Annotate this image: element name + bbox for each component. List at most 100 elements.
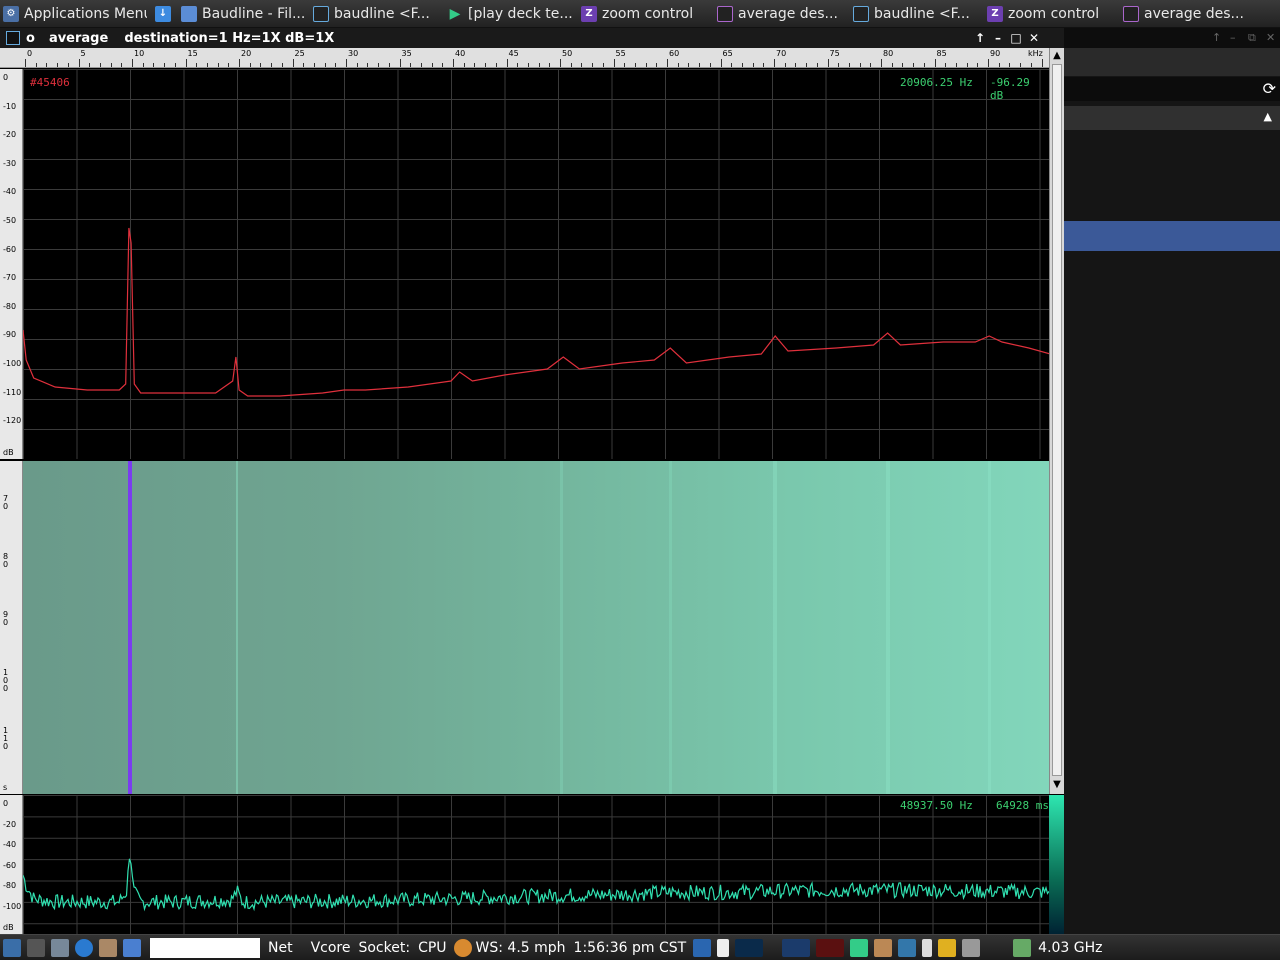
task-label: [play deck te...	[468, 5, 573, 22]
cpu-frequency: 4.03 GHz	[1038, 939, 1103, 956]
ruler-tick	[827, 59, 829, 67]
ruler-tick	[57, 63, 59, 67]
star-icon[interactable]	[938, 938, 957, 957]
spectrum-plot[interactable]	[23, 69, 1049, 459]
ruler-tick	[313, 63, 315, 67]
terminal-icon[interactable]	[27, 938, 45, 957]
scroll-down-icon[interactable]: ▼	[1051, 779, 1063, 791]
color-aperture-bar[interactable]	[1049, 795, 1064, 934]
time-axis-label: 110	[3, 726, 9, 751]
text-editor-icon[interactable]	[51, 938, 69, 957]
instant-spectrum-plot[interactable]	[23, 795, 1049, 934]
frequency-ruler[interactable]: 0 5 10 15 20 25 30 35 40 45 50 55 60 65 70 75 80 85 90 kHz	[0, 48, 1049, 68]
ruler-tick	[132, 59, 133, 67]
ruler-tick	[538, 63, 540, 67]
bottom-cursor-frequency: 48937.50 Hz	[900, 799, 973, 812]
bottom-panel: Net Vcore Socket: CPU WS: 4.5 mph 1:56:3…	[0, 934, 1280, 960]
window-app-icon[interactable]	[6, 31, 20, 45]
scrollbar-thumb[interactable]	[1052, 64, 1062, 776]
task-baudline-1[interactable]: baudline <F...	[310, 1, 442, 27]
ruler-tick	[731, 63, 733, 67]
window-title-o: o	[26, 30, 35, 46]
file-manager-icon[interactable]	[123, 938, 141, 957]
ruler-tick	[902, 63, 904, 67]
task-baudline-files[interactable]: Baudline - Fil...	[178, 1, 308, 27]
ruler-label: 15	[187, 49, 198, 58]
workspace-4-icon[interactable]	[816, 938, 845, 957]
system-tray-icon[interactable]	[962, 938, 981, 957]
net-monitor-label: Net	[268, 939, 293, 956]
task-play-deck[interactable]: ▶ [play deck te...	[444, 1, 576, 27]
scroll-up-icon[interactable]: ▲	[1051, 50, 1063, 62]
side-minimize-icon[interactable]: –	[1230, 31, 1236, 44]
task-average-2[interactable]: average des...	[1120, 1, 1256, 27]
window-title: average	[48, 30, 109, 46]
ruler-tick	[474, 63, 476, 67]
spectrogram[interactable]	[23, 461, 1049, 794]
window-titlebar[interactable]: o average destination=1 Hz=1X dB=1X ↑ – …	[0, 28, 1064, 48]
task-label: zoom control	[1008, 5, 1100, 22]
spectrum-trace	[23, 858, 1049, 912]
ruler-tick	[763, 63, 765, 67]
y-axis-label: -30	[3, 158, 17, 168]
vertical-scrollbar[interactable]: ▲ ▼	[1049, 48, 1064, 794]
raise-button[interactable]: ↑	[972, 30, 988, 46]
task-baudline-2[interactable]: baudline <F...	[850, 1, 982, 27]
ruler-tick	[78, 59, 80, 67]
y-axis-label: -20	[3, 819, 17, 829]
side-section-header[interactable]: ▲	[1064, 106, 1280, 130]
side-address-bar[interactable]: ⟳	[1064, 77, 1280, 101]
ruler-label: 60	[669, 49, 680, 58]
ruler-label: 30	[348, 49, 359, 58]
ruler-tick	[324, 63, 326, 67]
browser-icon[interactable]	[75, 938, 93, 957]
minimize-button[interactable]: –	[990, 30, 1006, 46]
side-selected-item[interactable]	[1064, 221, 1280, 251]
show-desktop-icon[interactable]	[3, 938, 21, 957]
thermometer-icon[interactable]	[922, 938, 933, 957]
applications-menu-button[interactable]: ⚙ Applications Menu	[0, 1, 150, 27]
waterfall-display[interactable]: 70 80 90 100 110 s	[0, 461, 1049, 794]
ruler-tick	[581, 63, 583, 67]
cpu-freq-icon[interactable]	[1013, 938, 1032, 957]
maximize-button[interactable]: □	[1008, 30, 1024, 46]
ruler-tick	[998, 63, 1000, 67]
side-restore-icon[interactable]: ⧉	[1248, 31, 1256, 45]
ruler-tick	[356, 63, 358, 67]
background-window-titlebar[interactable]: ↑ – ⧉ ✕	[1064, 28, 1280, 48]
side-up-icon[interactable]: ↑	[1212, 31, 1221, 44]
cpu-monitor-label: CPU	[418, 939, 447, 956]
weather-readout[interactable]: WS: 4.5 mph	[476, 940, 566, 956]
vcore-monitor-label: Vcore	[310, 939, 351, 956]
side-close-icon[interactable]: ✕	[1266, 31, 1275, 44]
clock[interactable]: 1:56:36 pm CST	[574, 940, 687, 956]
task-average-1[interactable]: average des...	[714, 1, 848, 27]
ruler-tick	[420, 63, 422, 67]
workspace-1-icon[interactable]	[717, 938, 730, 957]
ruler-tick	[228, 63, 230, 67]
close-button[interactable]: ✕	[1026, 30, 1042, 46]
ruler-tick	[453, 59, 454, 67]
instant-spectrum-display[interactable]: 0 -20 -40 -60 -80 -100 dB 48937.50 Hz 64928 ms	[0, 795, 1049, 934]
tools-icon[interactable]	[99, 938, 117, 957]
media-play-icon[interactable]	[850, 938, 869, 957]
ruler-tick	[463, 63, 465, 67]
workspace-3-icon[interactable]	[782, 938, 811, 957]
time-axis-label: 90	[3, 610, 9, 627]
download-launcher-button[interactable]: ↓	[152, 1, 176, 27]
network-icon[interactable]	[693, 938, 712, 957]
task-zoom-control-1[interactable]: Z zoom control	[578, 1, 712, 27]
workspace-2-icon[interactable]	[735, 938, 764, 957]
refresh-icon[interactable]: ⟳	[1263, 79, 1276, 98]
ruler-tick	[142, 63, 144, 67]
instant-spectrum-y-axis: 0 -20 -40 -60 -80 -100 dB	[0, 795, 23, 934]
ruler-tick	[602, 63, 604, 67]
ruler-tick	[260, 63, 262, 67]
ruler-tick	[774, 59, 775, 67]
task-zoom-control-2[interactable]: Z zoom control	[984, 1, 1118, 27]
indicator-icon[interactable]	[898, 938, 917, 957]
weather-icon[interactable]	[453, 938, 472, 957]
coffee-icon[interactable]	[874, 938, 893, 957]
collapse-up-icon[interactable]: ▲	[1264, 110, 1272, 123]
spectrum-display[interactable]: 0 -10 -20 -30 -40 -50 -60 -70 -80 -90 -100 -110 -120…	[0, 69, 1049, 459]
